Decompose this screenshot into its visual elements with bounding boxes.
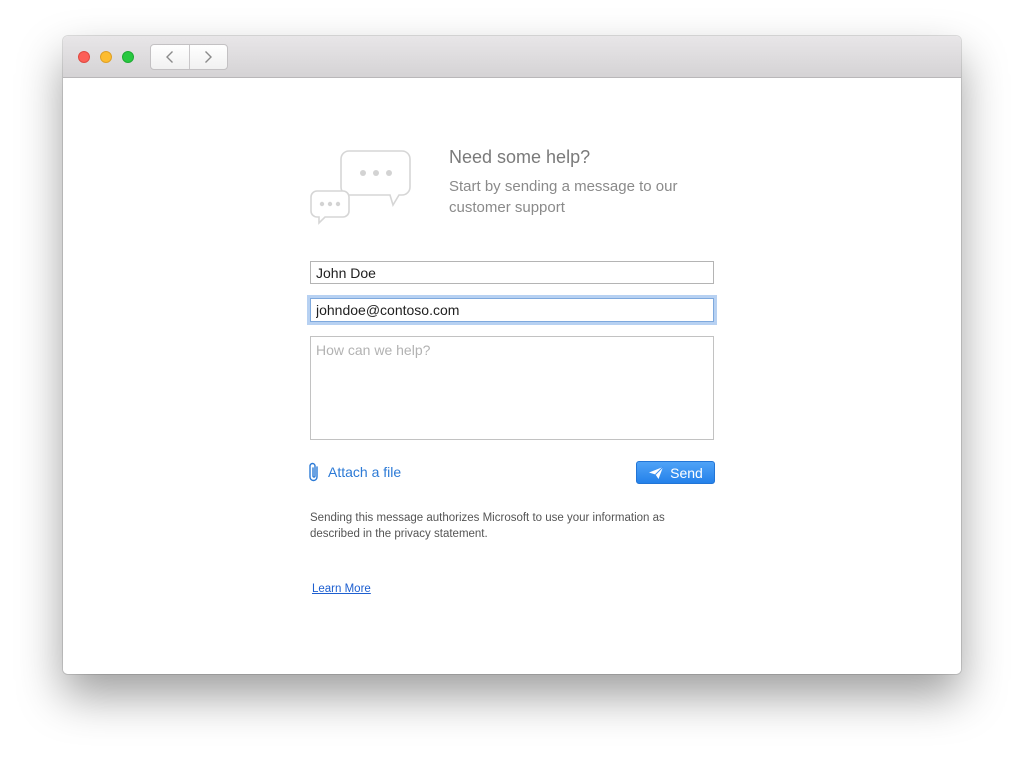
help-title: Need some help? xyxy=(449,147,591,167)
app-window: Need some help? Start by sending a messa… xyxy=(63,36,961,674)
chevron-right-icon xyxy=(205,51,213,63)
attach-file-link[interactable]: Attach a file xyxy=(307,461,401,483)
title-bar[interactable] xyxy=(63,36,961,78)
navigation-buttons xyxy=(150,44,228,70)
message-field[interactable] xyxy=(310,336,714,440)
forward-button[interactable] xyxy=(188,45,228,69)
close-window-button[interactable] xyxy=(78,51,90,63)
attach-file-label[interactable]: Attach a file xyxy=(328,464,401,480)
chat-bubbles-icon xyxy=(310,150,411,225)
chevron-left-icon xyxy=(165,51,173,63)
send-label: Send xyxy=(670,464,703,481)
zoom-window-button[interactable] xyxy=(122,51,134,63)
help-subtitle: Start by sending a message to our custom… xyxy=(449,178,678,216)
learn-more-link[interactable]: Learn More xyxy=(312,583,371,595)
paperclip-icon xyxy=(309,462,318,482)
back-button[interactable] xyxy=(151,45,189,69)
send-button[interactable]: Send xyxy=(636,461,715,484)
email-field[interactable] xyxy=(310,298,714,322)
privacy-disclaimer: Sending this message authorizes Microsof… xyxy=(310,512,665,540)
support-form-content: Need some help? Start by sending a messa… xyxy=(63,78,961,674)
name-field[interactable] xyxy=(310,261,714,284)
minimize-window-button[interactable] xyxy=(100,51,112,63)
paper-plane-icon xyxy=(649,466,664,479)
